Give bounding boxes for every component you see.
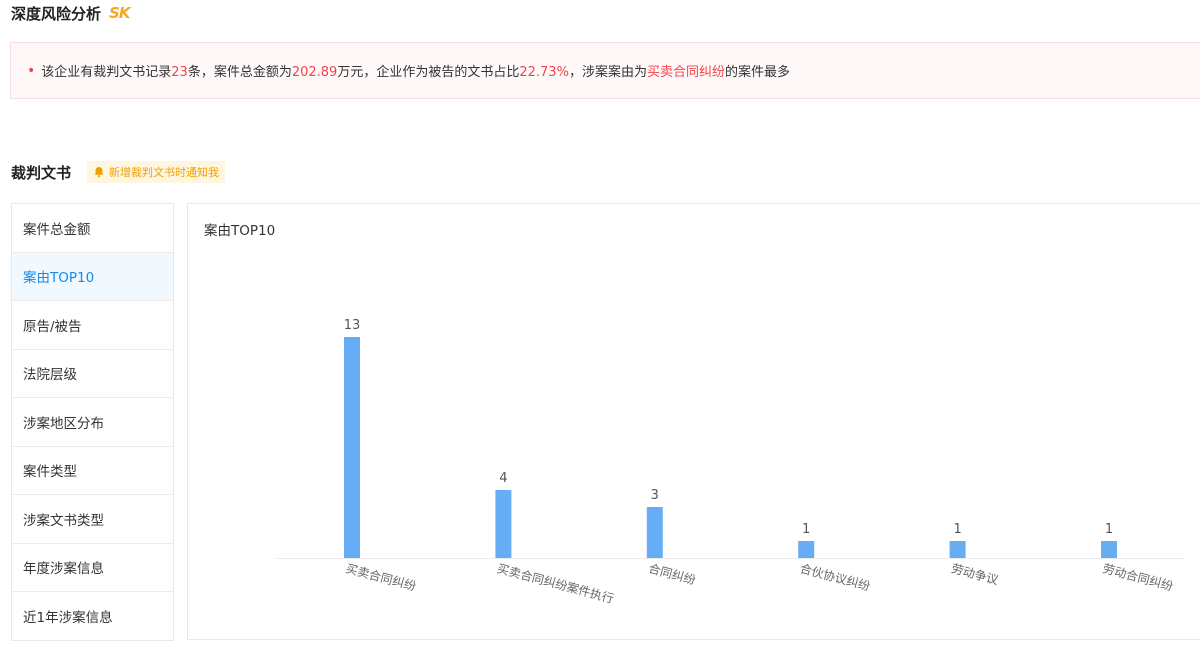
top-cause-link[interactable]: 买卖合同纠纷 <box>647 65 725 80</box>
total-amount: 202.89 <box>291 65 338 80</box>
summary-text: 该企业有裁判文书记录23条，案件总金额为202.89万元，企业作为被告的文书占比… <box>41 65 790 80</box>
data-label: 1 <box>953 522 961 537</box>
bar[interactable] <box>344 337 360 558</box>
tab-annual-cases[interactable]: 年度涉案信息 <box>12 544 173 592</box>
category-label: 合伙协议纠纷 <box>798 560 871 593</box>
bar[interactable] <box>1101 541 1117 558</box>
bar[interactable] <box>495 490 512 558</box>
tab-cause-top10[interactable]: 案由TOP10 <box>12 252 173 301</box>
tab-case-type[interactable]: 案件类型 <box>12 447 173 495</box>
data-label: 1 <box>1105 522 1113 537</box>
chart-panel: 案由TOP10 13 买卖合同纠纷 4 买卖合同纠纷案件执行 3 合同纠纷 1 合伙协议纠纷 1… <box>187 203 1200 640</box>
tab-document-type[interactable]: 涉案文书类型 <box>12 495 173 544</box>
records-count: 23 <box>171 65 188 80</box>
data-label: 1 <box>802 522 810 537</box>
analysis-tabs: 案件总金额 案由TOP10 原告/被告 法院层级 涉案地区分布 案件类型 涉案文… <box>11 203 174 641</box>
category-label: 买卖合同纠纷 <box>344 560 417 593</box>
bell-icon <box>94 167 104 178</box>
notify-button[interactable]: 新增裁判文书时通知我 <box>87 161 226 183</box>
bar[interactable] <box>949 541 966 558</box>
section-title: 裁判文书 <box>11 163 72 182</box>
tab-last-year-cases[interactable]: 近1年涉案信息 <box>12 592 173 641</box>
category-label: 劳动合同纠纷 <box>1101 560 1174 593</box>
defendant-ratio: 22.73% <box>519 65 569 80</box>
page-header: 深度风险分析 SK <box>11 0 130 26</box>
section-header: 裁判文书 新增裁判文书时通知我 <box>11 160 226 184</box>
category-label: 劳动争议 <box>950 561 1000 587</box>
bullet-dot-icon: • <box>27 62 36 79</box>
category-label: 买卖合同纠纷案件执行 <box>496 560 616 606</box>
tab-region-distribution[interactable]: 涉案地区分布 <box>12 398 173 447</box>
data-label: 3 <box>651 488 659 503</box>
cause-top10-chart: 13 买卖合同纠纷 4 买卖合同纠纷案件执行 3 合同纠纷 1 合伙协议纠纷 1 劳动争议 1 劳动合… <box>276 318 1185 606</box>
bar[interactable] <box>798 541 815 558</box>
sk-logo: SK <box>109 4 130 22</box>
tab-plaintiff-defendant[interactable]: 原告/被告 <box>12 301 173 350</box>
page-title: 深度风险分析 <box>11 4 102 23</box>
tab-court-level[interactable]: 法院层级 <box>12 350 173 398</box>
category-label: 合同纠纷 <box>647 560 697 587</box>
bar[interactable] <box>646 507 663 558</box>
tab-case-amount[interactable]: 案件总金额 <box>12 204 173 253</box>
data-label: 13 <box>344 318 361 333</box>
notify-label: 新增裁判文书时通知我 <box>109 166 220 179</box>
data-label: 4 <box>499 471 507 486</box>
risk-summary: • 该企业有裁判文书记录23条，案件总金额为202.89万元，企业作为被告的文书… <box>10 42 1200 99</box>
